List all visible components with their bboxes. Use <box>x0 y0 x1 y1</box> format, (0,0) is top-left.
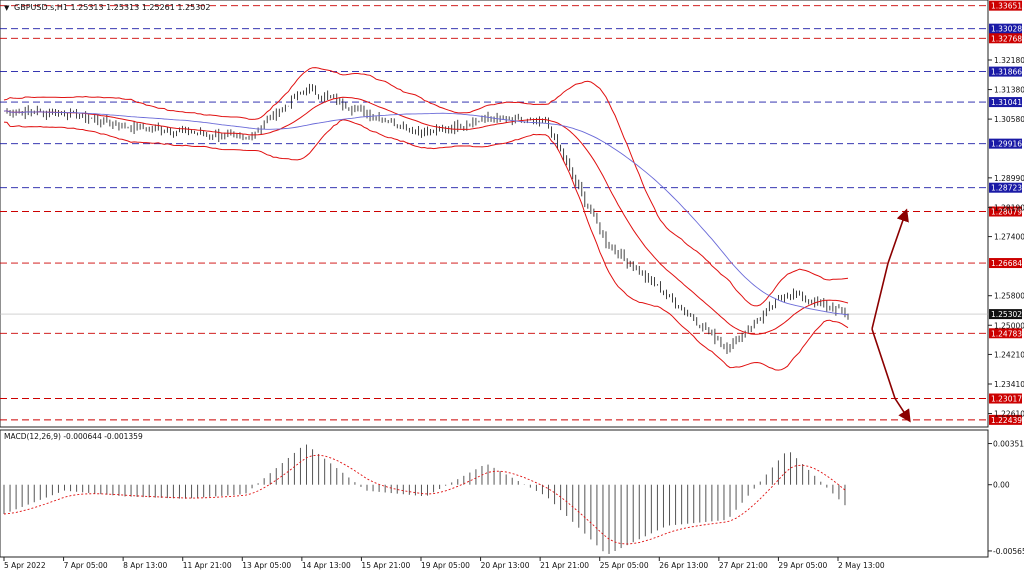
price-tick-label: 1.25800 <box>994 292 1024 301</box>
level-label: 1.23017 <box>991 395 1022 404</box>
macd-tick-label: 0.00 <box>993 481 1010 490</box>
level-label: 1.29916 <box>991 140 1022 149</box>
time-tick-label: 14 Apr 13:00 <box>302 561 351 570</box>
price-tick-label: 1.22610 <box>994 410 1024 419</box>
time-tick-label: 20 Apr 13:00 <box>481 561 530 570</box>
price-tick-label: 1.25000 <box>994 321 1024 330</box>
symbol-header: GBPUSD.s,H1 1.25313 1.25313 1.25261 1.25… <box>14 3 210 12</box>
level-label: 1.28723 <box>991 184 1022 193</box>
price-tick-label: 1.28990 <box>994 174 1024 183</box>
time-tick-label: 26 Apr 13:00 <box>659 561 708 570</box>
time-tick-label: 7 Apr 05:00 <box>64 561 108 570</box>
macd-tick-label: 0.003515 <box>993 440 1024 449</box>
time-tick-label: 19 Apr 05:00 <box>421 561 470 570</box>
chart-canvas[interactable]: 1.33651 1.330281.32768 1.31866 1.31041 1.299… <box>0 0 1024 573</box>
time-tick-label: 11 Apr 21:00 <box>183 561 232 570</box>
price-tick-label: 1.31380 <box>994 86 1024 95</box>
level-label: 1.26684 <box>991 259 1022 268</box>
level-label: 1.31866 <box>991 68 1022 77</box>
time-tick-label: 27 Apr 21:00 <box>719 561 768 570</box>
time-tick-label: 5 Apr 2022 <box>4 561 46 570</box>
chart-window[interactable]: 1.33651 1.33028 1.32768 1.31866 1.31041 1.299… <box>0 0 1024 573</box>
time-tick-label: 21 Apr 21:00 <box>540 561 589 570</box>
level-label: 1.32768 <box>991 34 1022 43</box>
macd-label: MACD(12,26,9) -0.000644 -0.001359 <box>4 432 143 441</box>
price-tick-label: 1.28190 <box>994 203 1024 212</box>
time-tick-label: 8 Apr 13:00 <box>123 561 167 570</box>
level-label: 1.24783 <box>991 329 1022 338</box>
price-tick-label: 1.24210 <box>994 350 1024 359</box>
price-tick-label: 1.27400 <box>994 233 1024 242</box>
level-label: 1.33651 <box>991 2 1022 11</box>
current-price-label: 1.25302 <box>991 310 1022 319</box>
level-label: 1.31041 <box>991 98 1022 107</box>
price-tick-label: 1.30580 <box>994 115 1024 124</box>
time-tick-label: 15 Apr 21:00 <box>361 561 410 570</box>
time-tick-label: 2 May 13:00 <box>838 561 885 570</box>
time-tick-label: 25 Apr 05:00 <box>600 561 649 570</box>
price-tick-label: 1.23410 <box>994 380 1024 389</box>
dropdown-icon[interactable]: ▼ <box>4 4 10 12</box>
price-tick-label: 1.32180 <box>994 56 1024 65</box>
time-tick-label: 13 Apr 05:00 <box>242 561 291 570</box>
macd-tick-label: -0.005654 <box>993 547 1024 556</box>
level-label: 1.33028 <box>991 25 1022 34</box>
time-tick-label: 29 Apr 05:00 <box>778 561 827 570</box>
